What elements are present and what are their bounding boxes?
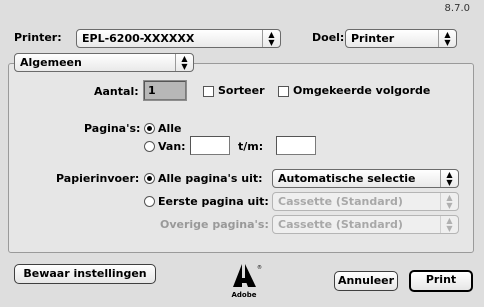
pages-from-input[interactable] — [190, 136, 230, 155]
popup-arrows-icon: ▲ ▼ — [440, 170, 458, 187]
paper-other-pages-value: Cassette (Standard) — [278, 218, 403, 231]
adobe-logo-text: Adobe — [232, 291, 257, 299]
print-button[interactable]: Print — [409, 270, 473, 292]
reverse-order-checkbox[interactable] — [278, 86, 289, 97]
paper-all-pages-label: Alle pagina's uit: — [158, 172, 263, 185]
popup-arrows-icon: ▲ ▼ — [262, 30, 280, 47]
doel-popup[interactable]: Printer ▲ ▼ — [345, 29, 457, 48]
doel-label: Doel: — [312, 31, 345, 44]
popup-arrows-icon: ▲ ▼ — [440, 193, 458, 210]
paper-source-label: Papierinvoer: — [56, 172, 140, 185]
collate-label: Sorteer — [218, 84, 265, 97]
pages-to-input[interactable] — [276, 136, 316, 155]
collate-checkbox[interactable] — [203, 86, 214, 97]
section-value: Algemeen — [20, 56, 82, 69]
cancel-button[interactable]: Annuleer — [334, 271, 398, 291]
paper-first-page-value: Cassette (Standard) — [278, 195, 403, 208]
pages-range-radio[interactable] — [144, 141, 155, 152]
printer-popup[interactable]: EPL-6200-XXXXXX ▲ ▼ — [76, 29, 281, 48]
copies-label: Aantal: — [94, 85, 139, 98]
doel-value: Printer — [351, 32, 395, 45]
printer-value: EPL-6200-XXXXXX — [82, 32, 195, 45]
paper-all-pages-value: Automatische selectie — [278, 172, 416, 185]
pages-all-radio[interactable] — [144, 123, 155, 134]
popup-arrows-icon: ▲ ▼ — [438, 30, 456, 47]
paper-other-pages-popup[interactable]: Cassette (Standard) ▲ ▼ — [272, 215, 459, 234]
paper-all-pages-popup[interactable]: Automatische selectie ▲ ▼ — [272, 169, 459, 188]
paper-first-page-radio[interactable] — [144, 196, 155, 207]
pages-label: Pagina's: — [84, 122, 141, 135]
paper-other-pages-label: Overige pagina's: — [160, 218, 269, 231]
paper-first-page-label: Eerste pagina uit: — [158, 195, 269, 208]
pages-all-label: Alle — [158, 122, 182, 135]
popup-arrows-icon: ▲ ▼ — [440, 216, 458, 233]
reverse-order-label: Omgekeerde volgorde — [293, 84, 431, 97]
section-popup[interactable]: Algemeen ▲ ▼ — [14, 53, 194, 72]
printer-label: Printer: — [14, 31, 62, 44]
popup-arrows-icon: ▲ ▼ — [175, 54, 193, 71]
copies-input[interactable]: 1 — [144, 81, 186, 100]
adobe-logo-icon: ® Adobe — [229, 260, 263, 300]
paper-first-page-popup[interactable]: Cassette (Standard) ▲ ▼ — [272, 192, 459, 211]
version-label: 8.7.0 — [444, 3, 470, 14]
pages-to-label: t/m: — [238, 140, 264, 153]
save-settings-button[interactable]: Bewaar instellingen — [14, 264, 156, 284]
pages-from-label: Van: — [158, 140, 186, 153]
svg-text:®: ® — [257, 264, 262, 271]
adobe-logo-mark: ® Adobe — [232, 264, 262, 299]
paper-all-pages-radio[interactable] — [144, 173, 155, 184]
